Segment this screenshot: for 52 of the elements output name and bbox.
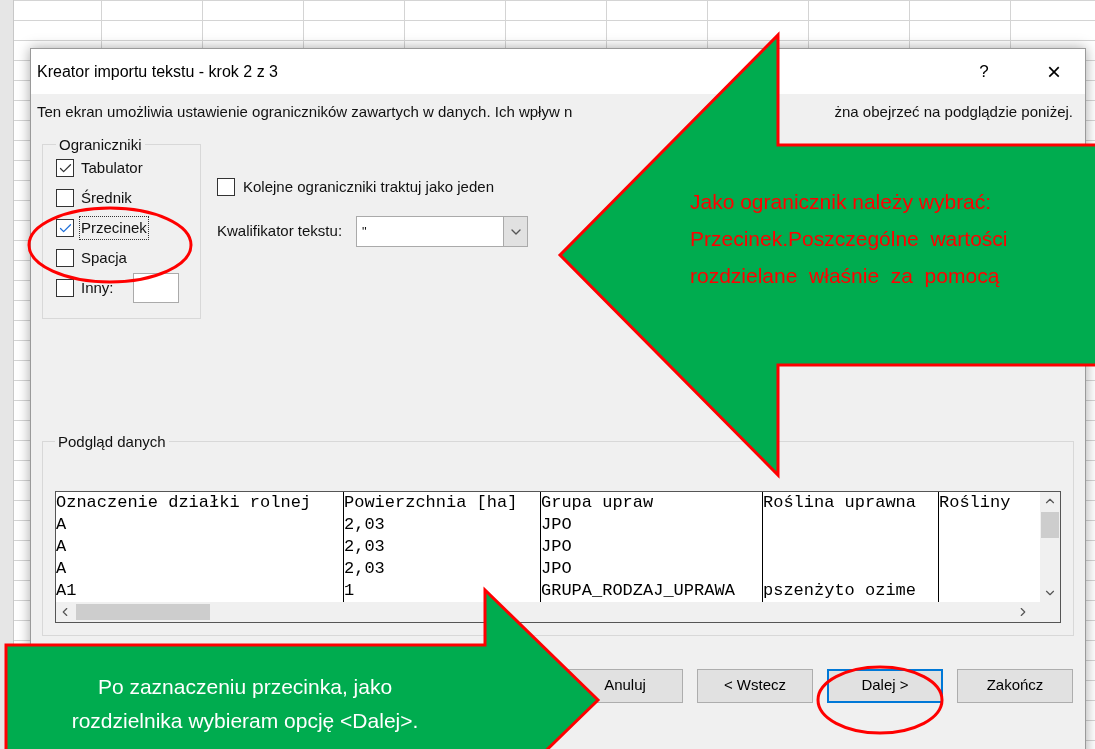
dialog-button[interactable]: Zakończ [957, 668, 1073, 703]
field-label: Kwalifikator tekstu: [217, 221, 343, 242]
instruction-text: żna obejrzeć na podglądzie poniżej. [834, 102, 1073, 122]
horizontal-scrollbar[interactable] [56, 602, 1060, 622]
table-cell: A [56, 537, 67, 556]
column-header: Grupa upraw [541, 492, 763, 514]
callout-text: Przecinek.Poszczególne wartości [690, 226, 1008, 252]
input-field[interactable] [132, 273, 179, 303]
close-button[interactable]: × [1031, 51, 1077, 92]
scrollbar-thumb[interactable] [76, 604, 210, 620]
checkbox-label: Tabulator [80, 157, 144, 178]
dropdown-value: " [361, 222, 368, 241]
callout-text: Po zaznaczeniu przecinka, jako [97, 674, 393, 700]
vertical-scrollbar[interactable] [1040, 492, 1060, 602]
table-cell: JPO [541, 515, 572, 534]
table-cell: 2,03 [344, 515, 385, 534]
column-header: Roślina uprawna [763, 492, 939, 514]
group-title: Podgląd danych [57, 431, 167, 452]
checkbox[interactable] [56, 219, 74, 237]
dialog-button[interactable]: Dalej > [827, 668, 943, 703]
scrollbar-thumb[interactable] [1041, 512, 1059, 538]
callout-text: rozdzielane właśnie za pomocą [690, 263, 1001, 289]
table-cell: 2,03 [344, 537, 385, 556]
table-cell: JPO [541, 559, 572, 578]
checkbox[interactable] [56, 159, 74, 177]
column-header: Powierzchnia [ha] [344, 492, 541, 514]
table-cell: 2,03 [344, 559, 385, 578]
checkbox[interactable] [56, 189, 74, 207]
group-title: Ograniczniki [58, 134, 143, 155]
window-title: Kreator importu tekstu - krok 2 z 3 [37, 61, 279, 82]
dialog-button[interactable]: < Wstecz [697, 668, 813, 703]
checkbox-label: Przecinek [80, 216, 148, 240]
checkbox-label: Kolejne ograniczniki traktuj jako jeden [243, 176, 494, 197]
callout-text: rozdzielnika wybieram opcję <Dalej>. [71, 708, 419, 734]
checkbox[interactable] [217, 177, 235, 196]
checkbox-label: Średnik [80, 187, 133, 208]
table-cell: A1 [56, 581, 77, 600]
checkbox-label: Inny: [80, 277, 115, 298]
column-header: Oznaczenie działki rolnej [56, 492, 344, 514]
qualifier-dropdown[interactable]: " [356, 216, 529, 247]
checkbox[interactable] [56, 279, 74, 297]
table-cell: A [56, 515, 67, 534]
help-button[interactable]: ? [961, 51, 1007, 92]
table-cell: A [56, 559, 67, 578]
checkbox-label: Spacja [80, 247, 128, 268]
callout-text: Jako ogranicznik należy wybrać: [690, 189, 993, 215]
table-cell: GRUPA_RODZAJ_UPRAWA [541, 581, 735, 600]
table-cell: 1 [344, 581, 355, 600]
checkbox[interactable] [56, 249, 74, 267]
instruction-text: Ten ekran umożliwia ustawienie ograniczników zawartych w danych. Ich wpływ n [37, 102, 573, 122]
table-cell: JPO [541, 537, 572, 556]
table-cell: pszenżyto ozime [763, 581, 917, 600]
